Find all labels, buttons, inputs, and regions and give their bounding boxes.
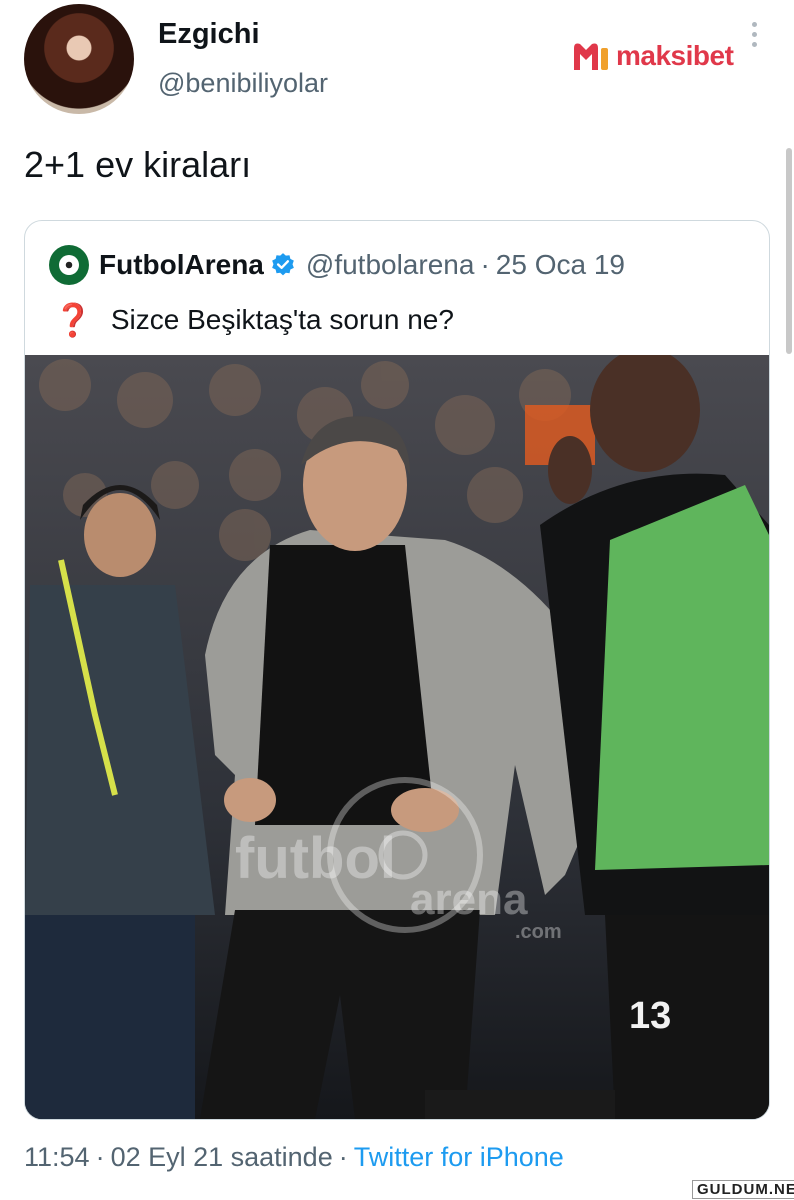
quoted-tweet-header: FutbolArena @futbolarena · 25 Oca 19 [49,245,625,285]
separator-dot: · [338,1142,348,1172]
ad-brand-name: maksibet [616,40,734,71]
verified-badge-icon [272,253,294,276]
ad-brand-logo: maksibet [572,40,734,72]
quoted-tweet-text: Sizce Beşiktaş'ta sorun ne? [110,304,454,335]
tweet-client-link[interactable]: Twitter for iPhone [354,1142,564,1172]
photo-watermark-brand: futbol [235,826,397,891]
more-options-icon[interactable] [742,22,766,54]
tweet-date[interactable]: 02 Eyl 21 saatinde [111,1142,333,1172]
separator-dot: · [480,249,490,280]
tweet-metadata: 11:54 · 02 Eyl 21 saatinde · Twitter for iPh… [24,1142,564,1173]
scrollbar[interactable] [786,148,792,354]
quoted-tweet-card[interactable]: FutbolArena @futbolarena · 25 Oca 19 ❓ S… [24,220,770,1120]
quoted-tweet-body: ❓ Sizce Beşiktaş'ta sorun ne? [53,301,454,339]
photo-watermark-domain: .com [515,921,562,943]
site-watermark: GULDUM.NET [692,1180,794,1199]
photo-watermark-brand-suffix: arena [410,875,528,924]
quoted-tweet-date[interactable]: 25 Oca 19 [496,249,625,281]
tweet-text: 2+1 ev kiraları [24,144,252,185]
quoted-author-handle[interactable]: @futbolarena [306,249,475,281]
question-mark-icon: ❓ [53,302,93,338]
separator-dot: · [95,1142,105,1172]
quoted-author-name[interactable]: FutbolArena [99,249,264,281]
maksibet-logo-icon [574,43,608,70]
tweet-time[interactable]: 11:54 [24,1142,90,1172]
author-display-name[interactable]: Ezgichi [158,18,260,51]
author-avatar[interactable] [24,4,134,114]
author-handle[interactable]: @benibiliyolar [158,68,328,99]
photo-jersey-number: 13 [629,995,672,1037]
quoted-tweet-photo[interactable]: futbol arena .com 13 [25,355,769,1119]
quoted-author-avatar[interactable] [49,245,89,285]
